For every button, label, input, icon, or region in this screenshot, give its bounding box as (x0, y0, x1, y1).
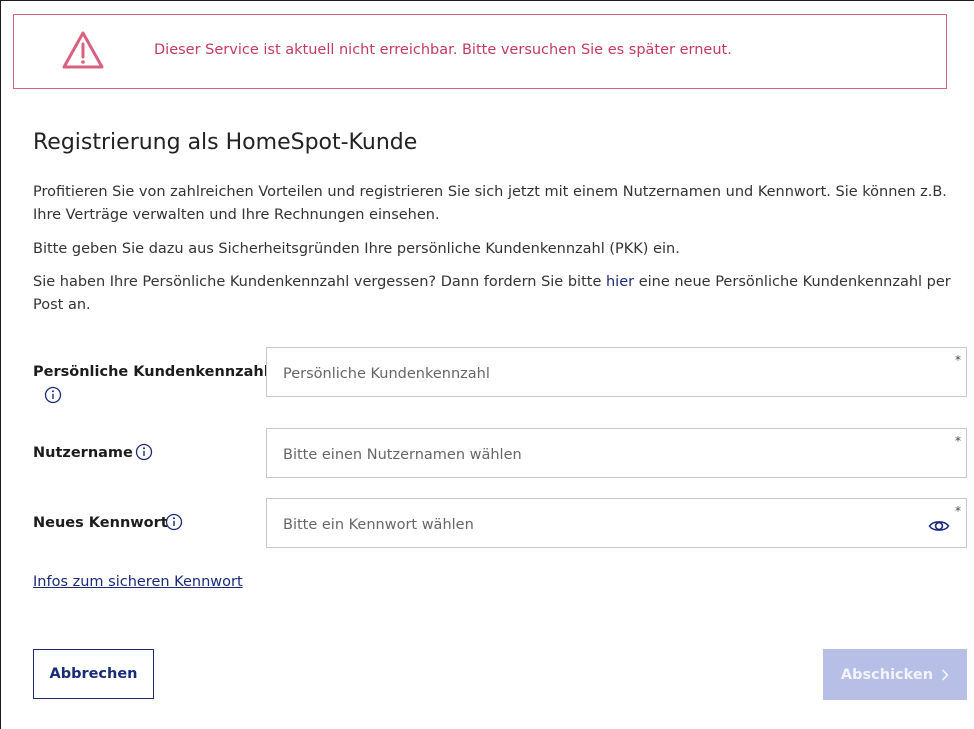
forgot-pkk-text-before: Sie haben Ihre Persönliche Kundenkennzah… (33, 274, 606, 290)
chevron-right-icon (941, 668, 949, 681)
request-new-pkk-link[interactable]: hier (606, 274, 634, 290)
pkk-label: Persönliche Kundenkennzahl (33, 364, 269, 380)
alert-message: Dieser Service ist aktuell nicht erreich… (154, 42, 732, 58)
password-field: * (266, 498, 967, 548)
submit-button-label: Abschicken (840, 666, 934, 683)
show-password-eye-icon[interactable] (928, 518, 950, 534)
pkk-input[interactable] (267, 348, 966, 396)
forgot-pkk-text: Sie haben Ihre Persönliche Kundenkennzah… (33, 271, 953, 317)
password-label: Neues Kennwort (33, 515, 168, 531)
service-error-alert: Dieser Service ist aktuell nicht erreich… (13, 14, 947, 89)
username-info-icon[interactable] (135, 443, 153, 461)
password-required-mark: * (955, 504, 961, 518)
username-field: * (266, 428, 967, 478)
password-info-link[interactable]: Infos zum sicheren Kennwort (33, 574, 243, 590)
page-title: Registrierung als HomeSpot-Kunde (33, 130, 418, 155)
intro-text: Profitieren Sie von zahlreichen Vorteile… (33, 184, 947, 223)
password-input[interactable] (267, 499, 966, 547)
username-input[interactable] (267, 429, 966, 477)
pkk-required-mark: * (955, 353, 961, 367)
pkk-hint-text: Bitte geben Sie dazu aus Sicherheitsgrün… (33, 241, 680, 257)
password-info-icon[interactable] (165, 513, 183, 531)
pkk-info-icon[interactable] (44, 386, 62, 404)
submit-button[interactable]: Abschicken (823, 649, 967, 700)
pkk-field: * (266, 347, 967, 397)
cancel-button[interactable]: Abbrechen (33, 649, 154, 699)
warning-triangle-icon (62, 31, 104, 69)
username-required-mark: * (955, 434, 961, 448)
username-label: Nutzername (33, 445, 133, 461)
